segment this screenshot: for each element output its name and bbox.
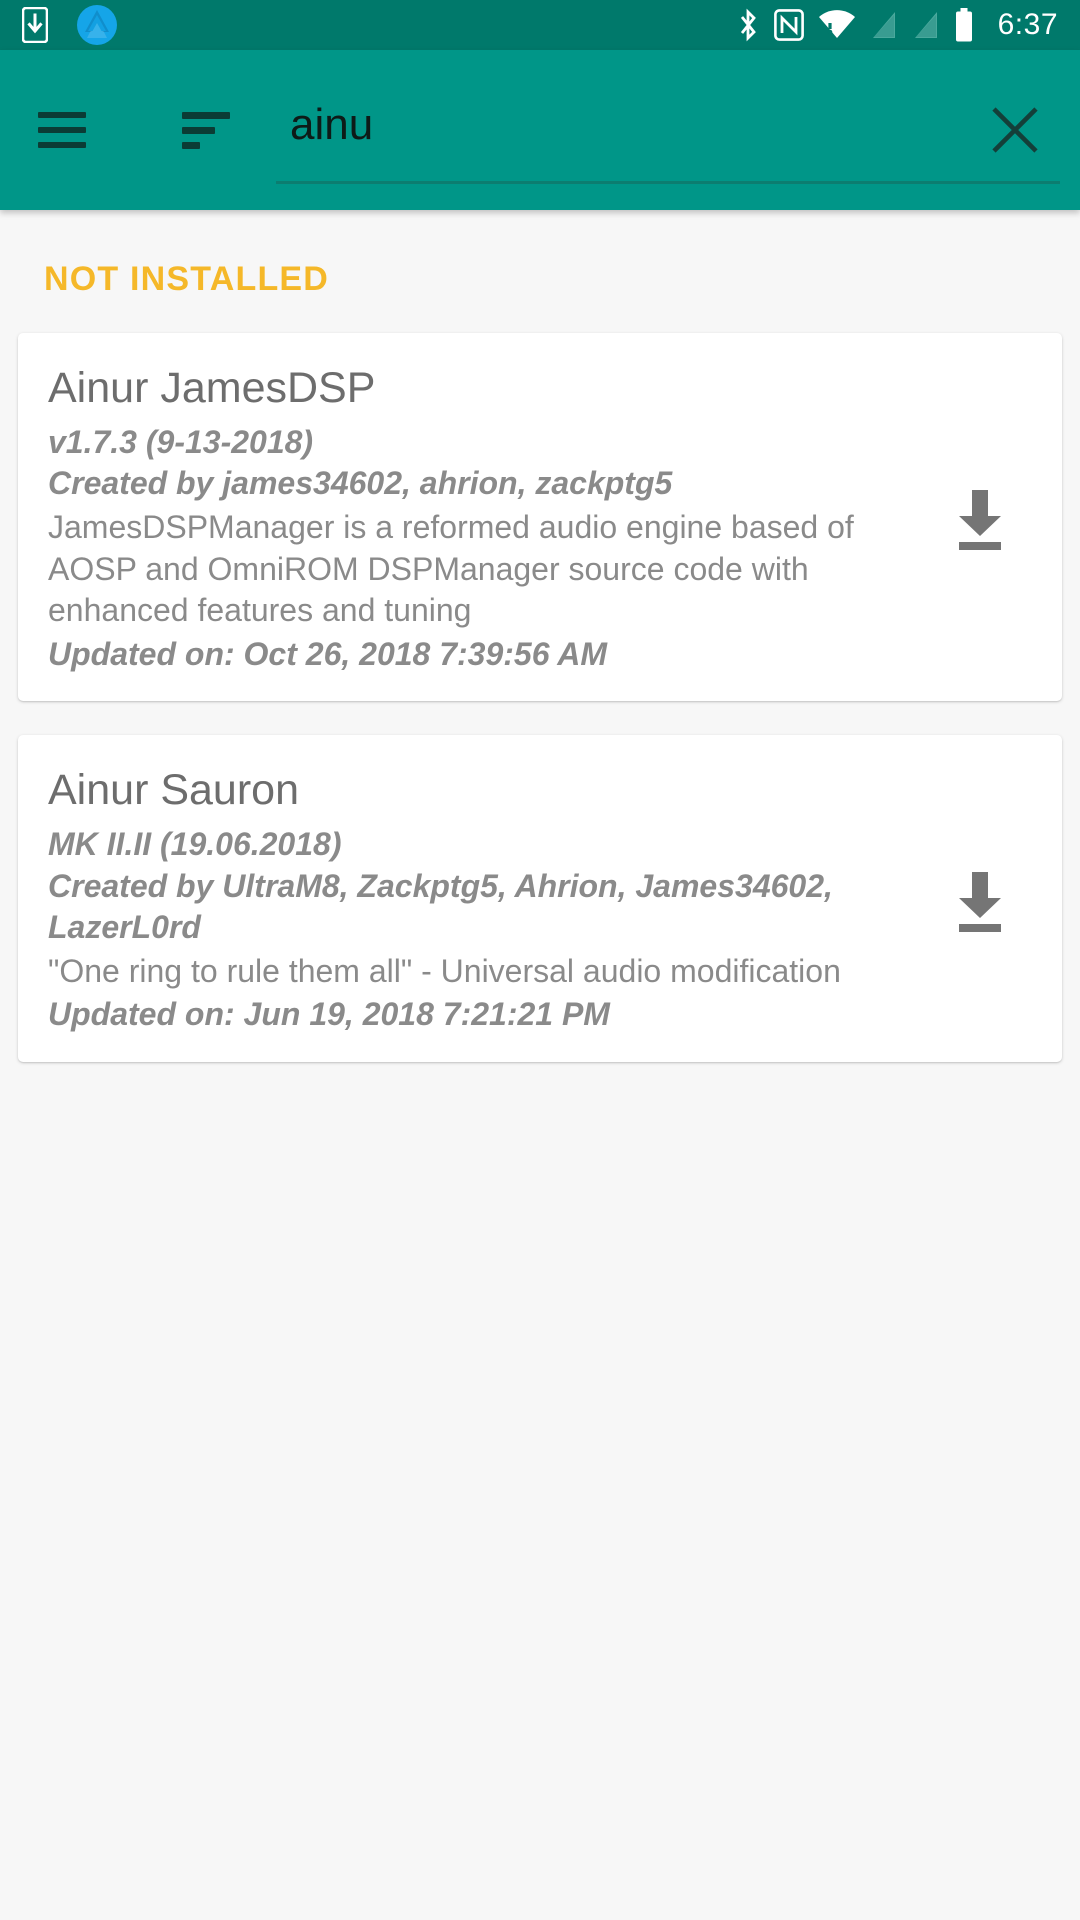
module-title: Ainur Sauron xyxy=(48,766,299,815)
sort-button[interactable] xyxy=(158,82,254,178)
module-updated: Updated on: Jun 19, 2018 7:21:21 PM xyxy=(48,996,610,1033)
section-header-not-installed: NOT INSTALLED xyxy=(44,260,330,298)
signal-bar-icon xyxy=(870,10,898,40)
app-toolbar xyxy=(0,50,1080,210)
hamburger-menu-icon xyxy=(38,112,86,148)
module-description: JamesDSPManager is a reformed audio engi… xyxy=(48,508,854,629)
module-title: Ainur JamesDSP xyxy=(48,364,376,412)
module-card-body: Ainur JamesDSP v1.7.3 (9-13-2018) Create… xyxy=(48,363,932,675)
search-underline xyxy=(276,181,1060,184)
close-icon xyxy=(988,103,1042,157)
bluetooth-icon xyxy=(736,8,760,42)
status-bar-right-icons: 6:37 xyxy=(736,8,1058,42)
download-icon xyxy=(949,868,1011,934)
battery-icon xyxy=(954,8,974,42)
status-bar-clock: 6:37 xyxy=(997,8,1058,41)
download-icon xyxy=(949,486,1011,552)
status-bar: 6:37 xyxy=(0,0,1080,50)
signal-bar-icon xyxy=(912,10,940,40)
module-description: "One ring to rule them all" - Universal … xyxy=(48,952,841,989)
download-button[interactable] xyxy=(932,471,1028,567)
search-field-container[interactable] xyxy=(276,70,1060,190)
module-author: Created by james34602, ahrion, zackptg5 xyxy=(48,465,673,502)
module-card-body: Ainur Sauron MK II.II (19.06.2018) Creat… xyxy=(48,765,932,1036)
twrp-sync-icon xyxy=(76,4,118,46)
status-bar-left-icons xyxy=(21,4,118,46)
module-card[interactable]: Ainur JamesDSP v1.7.3 (9-13-2018) Create… xyxy=(18,333,1062,702)
search-input[interactable] xyxy=(276,85,950,175)
module-list: NOT INSTALLED Ainur JamesDSP v1.7.3 (9-1… xyxy=(0,210,1080,1920)
module-updated: Updated on: Oct 26, 2018 7:39:56 AM xyxy=(48,635,607,672)
download-button[interactable] xyxy=(932,853,1028,949)
module-version: MK II.II (19.06.2018) xyxy=(48,826,342,863)
wifi-icon xyxy=(818,10,856,40)
phone-download-icon xyxy=(21,6,49,44)
clear-search-button[interactable] xyxy=(950,70,1080,190)
module-author: Created by UltraM8, Zackptg5, Ahrion, Ja… xyxy=(48,867,833,946)
module-version: v1.7.3 (9-13-2018) xyxy=(48,423,314,460)
menu-button[interactable] xyxy=(14,82,110,178)
sort-icon xyxy=(182,111,230,149)
module-card[interactable]: Ainur Sauron MK II.II (19.06.2018) Creat… xyxy=(18,735,1062,1062)
nfc-icon xyxy=(773,9,804,41)
